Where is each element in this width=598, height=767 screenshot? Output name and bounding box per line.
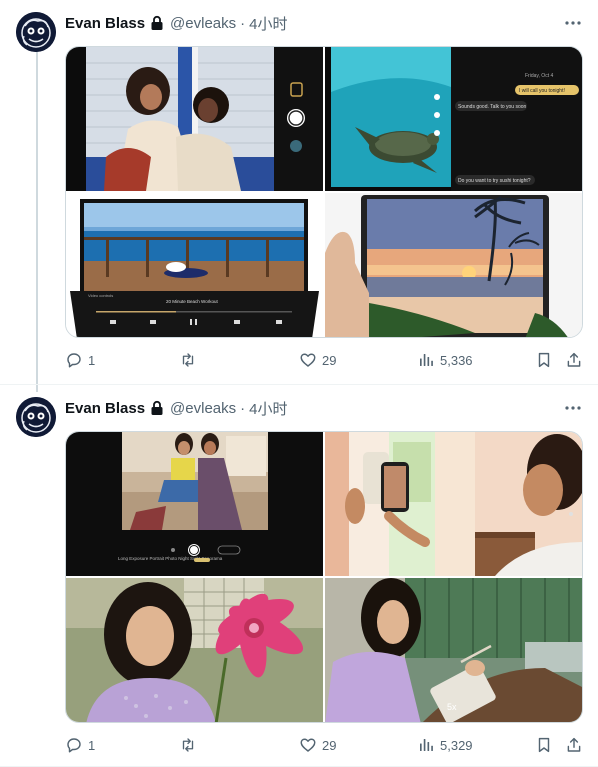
video-controls-label: Video controls: [88, 293, 113, 298]
lock-icon: [150, 15, 164, 31]
like-button[interactable]: 29: [299, 350, 336, 370]
share-button[interactable]: [565, 350, 583, 370]
retweet-button[interactable]: [179, 350, 202, 370]
reply-button[interactable]: 1: [65, 350, 95, 370]
tweet-actions: 1 29 5,336: [65, 350, 585, 370]
video-title: 20 Minute Beach Workout: [166, 299, 218, 304]
media-image[interactable]: [325, 432, 582, 576]
media-image[interactable]: 5x: [325, 578, 582, 722]
bookmark-icon: [535, 351, 553, 369]
tweet[interactable]: Evan Blass @evleaks · 4小时: [0, 384, 598, 767]
media-image[interactable]: 20 Minute Beach Workout Video controls: [66, 193, 323, 337]
media-image[interactable]: Long Exposure Portrait Photo Night Sight…: [66, 432, 323, 576]
more-options-icon[interactable]: [562, 397, 584, 419]
share-button[interactable]: [565, 735, 583, 755]
separator-dot: ·: [240, 14, 246, 32]
media-image[interactable]: Friday, Oct 4 I will call you tonight! S…: [325, 47, 582, 191]
media-image[interactable]: [66, 578, 323, 722]
reply-button[interactable]: 1: [65, 735, 95, 755]
tweet[interactable]: Evan Blass @evleaks · 4小时: [0, 0, 598, 384]
bookmark-icon: [535, 736, 553, 754]
reply-icon: [65, 351, 88, 369]
author-name[interactable]: Evan Blass: [65, 15, 145, 32]
like-count: 29: [322, 737, 337, 753]
retweet-icon: [179, 351, 202, 369]
like-button[interactable]: 29: [299, 735, 336, 755]
author-handle[interactable]: @evleaks: [170, 400, 236, 417]
retweet-icon: [179, 736, 202, 754]
author-handle[interactable]: @evleaks: [170, 15, 236, 32]
timestamp[interactable]: 4小时: [249, 13, 287, 34]
share-icon: [565, 351, 583, 369]
heart-icon: [299, 736, 322, 754]
lock-icon: [150, 400, 164, 416]
like-count: 29: [322, 352, 337, 368]
reply-count: 1: [88, 352, 96, 368]
bookmark-button[interactable]: [535, 350, 553, 370]
zoom-label: 5x: [447, 702, 457, 712]
views-button[interactable]: 5,336: [417, 350, 473, 370]
view-count: 5,329: [440, 737, 473, 753]
reply-count: 1: [88, 737, 96, 753]
media-grid: Long Exposure Portrait Photo Night Sight…: [65, 431, 583, 723]
avatar[interactable]: [16, 397, 56, 437]
share-icon: [565, 736, 583, 754]
retweet-button[interactable]: [179, 735, 202, 755]
more-options-icon[interactable]: [562, 12, 584, 34]
message-bubble-received: Do you want to try sushi tonight?: [458, 178, 531, 184]
media-image[interactable]: [325, 193, 582, 337]
tweet-header: Evan Blass @evleaks · 4小时: [65, 13, 287, 33]
message-bubble-received: Sounds good. Talk to you soon: [458, 104, 527, 110]
timestamp[interactable]: 4小时: [249, 398, 287, 419]
avatar[interactable]: [16, 12, 56, 52]
analytics-icon: [417, 736, 440, 754]
message-bubble-sent: I will call you tonight!: [519, 88, 565, 94]
media-image[interactable]: [66, 47, 323, 191]
message-date: Friday, Oct 4: [525, 73, 553, 79]
views-button[interactable]: 5,329: [417, 735, 473, 755]
author-name[interactable]: Evan Blass: [65, 400, 145, 417]
media-grid: Friday, Oct 4 I will call you tonight! S…: [65, 46, 583, 338]
view-count: 5,336: [440, 352, 473, 368]
analytics-icon: [417, 351, 440, 369]
bookmark-button[interactable]: [535, 735, 553, 755]
separator-dot: ·: [240, 399, 246, 417]
heart-icon: [299, 351, 322, 369]
tweet-actions: 1 29 5,329: [65, 735, 585, 755]
tweet-header: Evan Blass @evleaks · 4小时: [65, 398, 287, 418]
reply-icon: [65, 736, 88, 754]
